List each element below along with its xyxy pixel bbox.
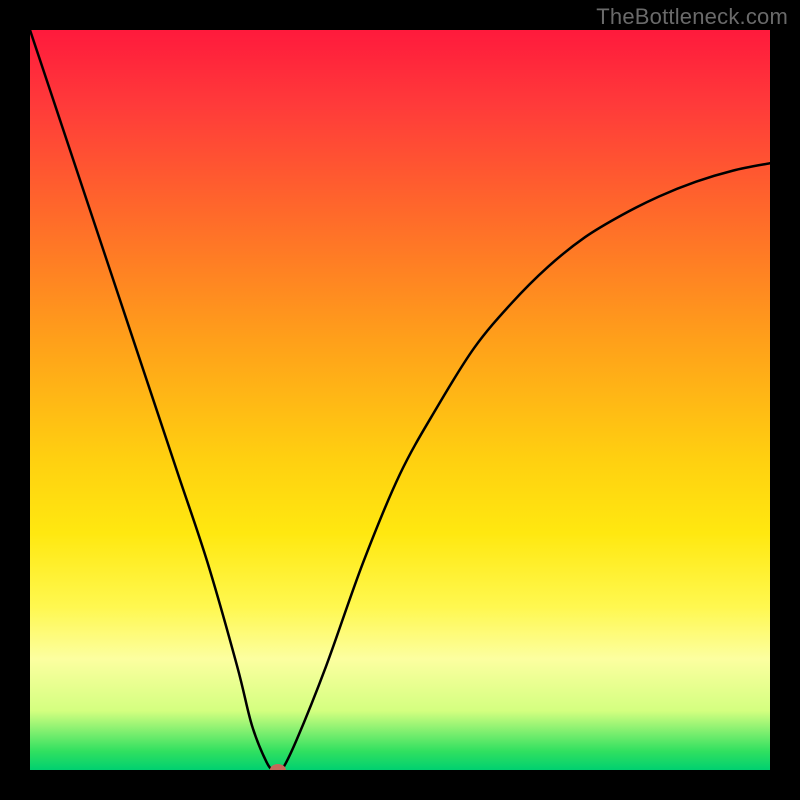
watermark-text: TheBottleneck.com	[596, 4, 788, 30]
chart-frame: TheBottleneck.com	[0, 0, 800, 800]
curve-svg	[30, 30, 770, 770]
plot-area	[30, 30, 770, 770]
bottleneck-curve-path	[30, 30, 770, 770]
